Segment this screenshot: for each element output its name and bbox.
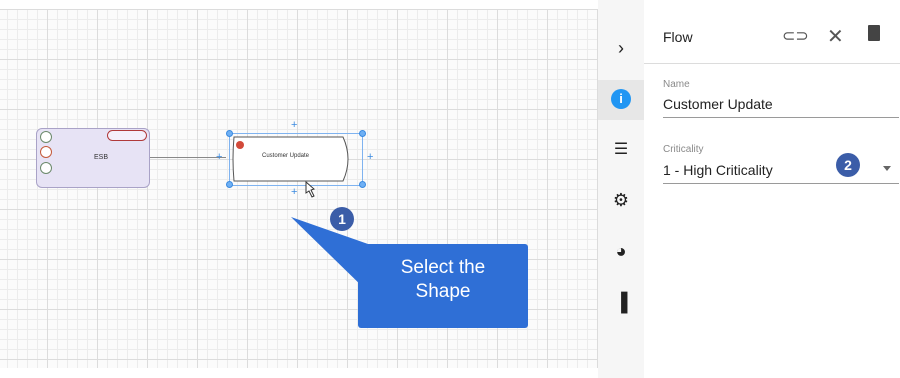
add-connector-left-icon[interactable]: +	[216, 152, 222, 163]
criticality-underline	[663, 183, 899, 184]
delete-icon[interactable]: ▐	[608, 292, 634, 313]
resize-handle[interactable]	[226, 181, 233, 188]
check-icon	[40, 162, 52, 174]
flag-icon	[236, 141, 244, 149]
panel-title: Flow	[663, 29, 693, 45]
info-icon[interactable]: i	[608, 89, 634, 109]
resize-handle[interactable]	[359, 181, 366, 188]
add-connector-bottom-icon[interactable]: +	[291, 187, 297, 198]
add-connector-right-icon[interactable]: +	[367, 152, 373, 163]
message-icon	[40, 131, 52, 143]
palette-icon[interactable]: ◕	[608, 241, 634, 262]
step-1-badge: 1	[330, 207, 354, 231]
canvas-bottom-margin	[0, 368, 598, 378]
name-field[interactable]: Customer Update	[663, 96, 773, 112]
link-icon[interactable]: ⊂⊃	[782, 26, 809, 46]
clipboard-icon	[40, 146, 52, 158]
chevron-right-icon[interactable]: ›	[608, 38, 634, 59]
name-underline	[663, 117, 899, 118]
close-icon[interactable]: ✕	[827, 24, 844, 49]
header-divider	[644, 63, 900, 64]
connector-line[interactable]	[148, 157, 226, 158]
flow-node-label: Customer Update	[262, 153, 310, 159]
chevron-down-icon[interactable]	[883, 166, 891, 171]
flow-node[interactable]	[231, 135, 355, 183]
gear-icon[interactable]: ⚙	[608, 190, 634, 211]
name-label: Name	[663, 79, 690, 90]
list-icon[interactable]: ☰	[608, 139, 634, 159]
canvas-top-margin	[0, 0, 598, 9]
esb-pill	[107, 130, 147, 141]
resize-handle[interactable]	[226, 130, 233, 137]
criticality-label: Criticality	[663, 144, 704, 155]
diagram-canvas[interactable]	[0, 0, 598, 378]
criticality-select[interactable]: 1 - High Criticality	[663, 162, 773, 178]
resize-handle[interactable]	[359, 130, 366, 137]
trash-icon[interactable]	[868, 25, 880, 41]
step-2-badge: 2	[836, 153, 860, 177]
add-connector-top-icon[interactable]: +	[291, 120, 297, 131]
callout-text: Select the Shape	[400, 257, 486, 302]
esb-node-label: ESB	[94, 154, 109, 161]
